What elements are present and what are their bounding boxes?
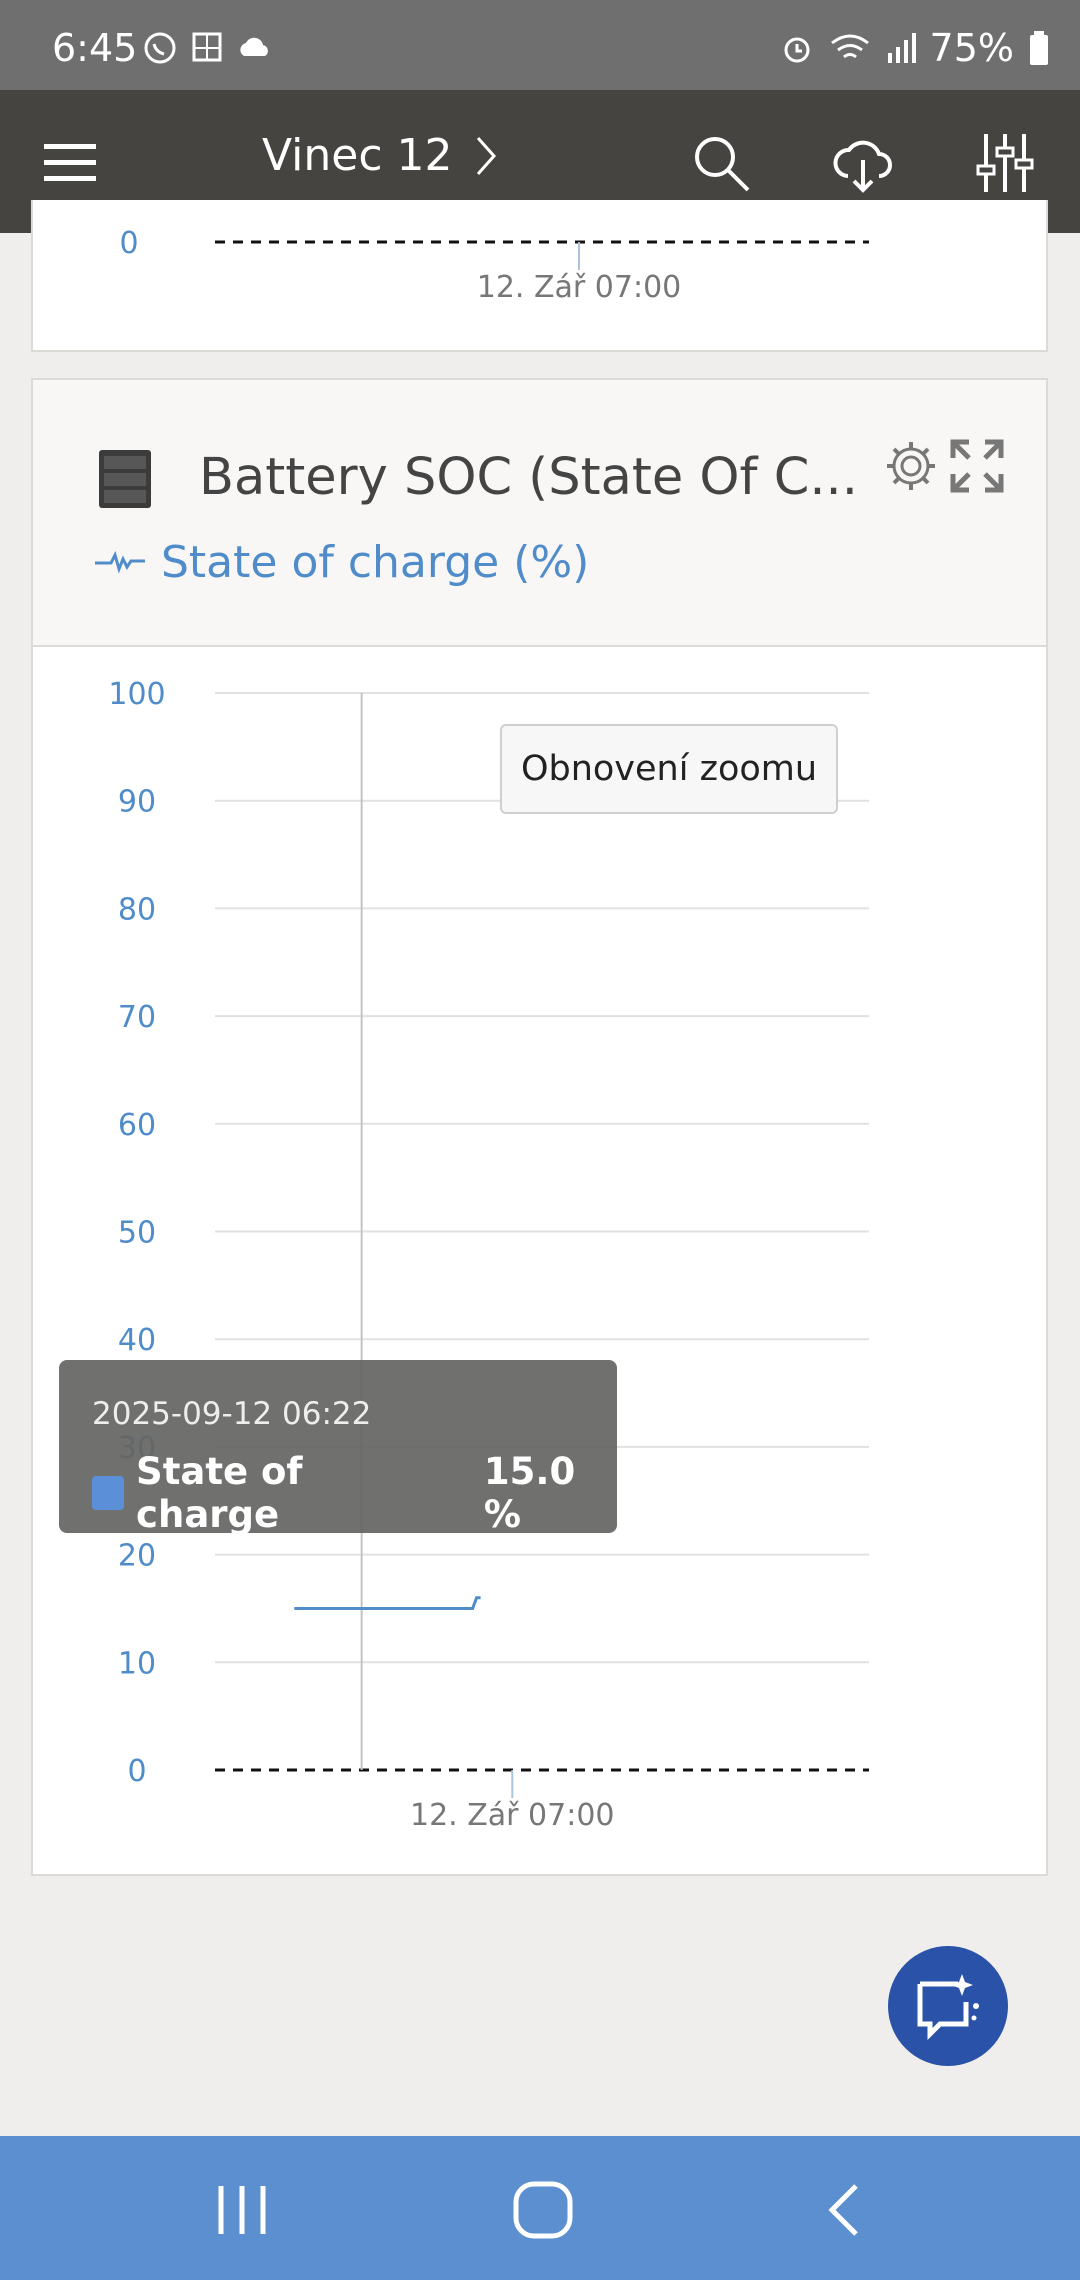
cloud-download-icon[interactable] xyxy=(830,130,896,196)
y-tick-label: 50 xyxy=(118,1216,156,1251)
series-line xyxy=(294,1596,481,1610)
site-selector[interactable]: Vinec 12 xyxy=(262,130,498,181)
y-tick-label: 100 xyxy=(108,677,165,712)
ai-chat-button[interactable] xyxy=(888,1946,1008,2066)
y-tick-label: 70 xyxy=(118,1000,156,1035)
battery-percent: 75% xyxy=(929,26,1014,70)
recent-apps-icon[interactable] xyxy=(207,2180,277,2240)
status-right: 75% xyxy=(780,26,1050,70)
tooltip-date: 2025-09-12 06:22 xyxy=(92,1396,372,1432)
y-tick-label: 20 xyxy=(118,1539,156,1574)
previous-chart[interactable]: 0 12. Zář 07:00 xyxy=(33,200,1050,352)
signal-icon xyxy=(887,33,916,63)
battery-soc-card: Battery SOC (State Of C... State of char… xyxy=(31,378,1048,1876)
tooltip-series: State of charge xyxy=(136,1450,303,1536)
menu-icon[interactable] xyxy=(40,132,100,192)
chevron-right-icon xyxy=(477,136,497,175)
y-tick-label: 90 xyxy=(118,785,156,820)
cloud-icon xyxy=(240,37,268,56)
y-tick-label: 40 xyxy=(118,1323,156,1358)
y-tick-label: 0 xyxy=(127,1754,146,1789)
home-icon[interactable] xyxy=(508,2180,578,2240)
status-time: 6:45 xyxy=(52,26,138,70)
previous-chart-card: 0 12. Zář 07:00 xyxy=(31,200,1048,352)
x-tick-label: 12. Zář 07:00 xyxy=(410,1798,615,1833)
y-tick-label: 0 xyxy=(119,226,138,261)
status-bar: 6:45 75% xyxy=(0,0,1080,90)
soc-chart[interactable]: 010203040506070809010012. Zář 07:00 xyxy=(33,380,1050,1878)
whatsapp-icon xyxy=(144,32,176,64)
photo-icon xyxy=(192,32,222,62)
tooltip-row: State of charge 15.0 % xyxy=(92,1450,617,1536)
battery-icon xyxy=(1030,31,1048,65)
tooltip-swatch xyxy=(92,1476,125,1510)
search-icon[interactable] xyxy=(688,130,754,196)
y-tick-label: 60 xyxy=(118,1108,156,1143)
system-nav-bar xyxy=(0,2136,1080,2280)
alarm-icon xyxy=(784,37,810,63)
back-icon[interactable] xyxy=(812,2180,882,2240)
reset-zoom-button[interactable]: Obnovení zoomu xyxy=(500,724,838,814)
y-tick-label: 10 xyxy=(118,1646,156,1681)
y-tick-label: 80 xyxy=(118,892,156,927)
chart-tooltip: 2025-09-12 06:22 State of charge 15.0 % xyxy=(59,1360,617,1536)
chat-sparkle-icon xyxy=(917,1974,979,2041)
x-tick-label: 12. Zář 07:00 xyxy=(477,270,682,305)
tooltip-value: 15.0 % xyxy=(483,1450,576,1536)
sliders-icon[interactable] xyxy=(972,130,1038,196)
wifi-icon xyxy=(830,34,869,59)
site-title: Vinec 12 xyxy=(262,130,453,181)
notification-icons xyxy=(142,30,274,66)
